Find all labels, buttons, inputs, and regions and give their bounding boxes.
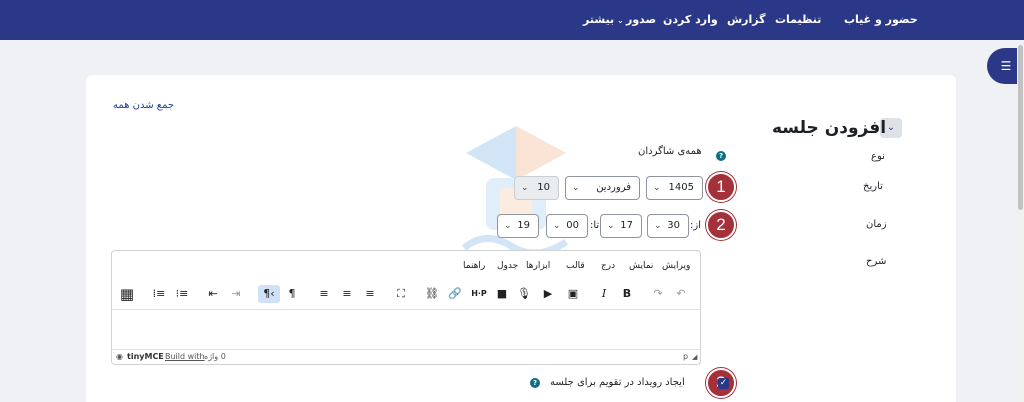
month-select[interactable]: ⌄ فروردین bbox=[565, 176, 640, 200]
to-minute-value: 00 bbox=[566, 220, 579, 231]
build-with-link[interactable]: Build with bbox=[165, 352, 205, 361]
bullet-list-icon[interactable]: ⁝≡ bbox=[173, 285, 191, 303]
nav-attendance[interactable]: حضور و غیاب bbox=[844, 13, 918, 26]
chevron-down-icon: ⌄ bbox=[572, 183, 580, 193]
editor-content-area[interactable] bbox=[112, 310, 700, 348]
menu-view[interactable]: نمایش bbox=[629, 261, 653, 271]
to-minute-select[interactable]: ⌄ 00 bbox=[546, 214, 588, 238]
to-hour-value: 19 bbox=[517, 220, 530, 231]
align-right-icon[interactable]: ≡ bbox=[315, 285, 333, 303]
to-hour-select[interactable]: ⌄ 19 bbox=[497, 214, 539, 238]
step-badge-1: 1 bbox=[706, 172, 736, 202]
image-icon[interactable]: ▣ bbox=[564, 285, 582, 303]
calendar-event-label[interactable]: ایجاد رویداد در تقویم برای جلسه bbox=[550, 377, 685, 388]
from-minute-value: 30 bbox=[667, 220, 680, 231]
menu-insert[interactable]: درج bbox=[601, 261, 615, 271]
time-to-label: تا: bbox=[590, 220, 600, 231]
editor-menubar: ویرایش نمایش درج قالب ابزارها جدول راهنم… bbox=[112, 259, 700, 275]
help-icon[interactable]: ? bbox=[716, 151, 726, 161]
date-label: تاریخ bbox=[863, 181, 883, 192]
word-count: 0 واژه bbox=[204, 352, 226, 361]
chevron-down-icon: ⌄ bbox=[614, 16, 624, 25]
nav-import[interactable]: وارد کردن bbox=[663, 13, 718, 26]
menu-help[interactable]: راهنما bbox=[463, 261, 485, 271]
description-label: شرح bbox=[866, 256, 887, 267]
chevron-down-icon: ⌄ bbox=[654, 221, 662, 231]
day-value: 10 bbox=[537, 182, 550, 193]
time-from-label: از: bbox=[690, 220, 701, 231]
help-icon[interactable]: ? bbox=[530, 378, 540, 388]
tinymce-brand[interactable]: tinyMCE bbox=[127, 352, 164, 361]
h5p-icon[interactable]: H·P bbox=[468, 285, 490, 303]
redo-icon[interactable]: ↷ bbox=[649, 285, 667, 303]
ltr-icon[interactable]: ¶ bbox=[283, 285, 301, 303]
time-label: زمان bbox=[866, 219, 887, 230]
from-hour-select[interactable]: ⌄ 17 bbox=[600, 214, 642, 238]
chevron-down-icon: ⌄ bbox=[504, 221, 512, 231]
bold-icon[interactable]: B bbox=[618, 285, 636, 303]
rtl-icon[interactable]: ¶‹ bbox=[258, 285, 280, 303]
calendar-event-checkbox[interactable]: ✓ bbox=[718, 378, 729, 389]
month-value: فروردین bbox=[596, 182, 631, 193]
undo-icon[interactable]: ↶ bbox=[672, 285, 690, 303]
chevron-down-icon: ⌄ bbox=[607, 221, 615, 231]
nav-export[interactable]: صدور bbox=[626, 13, 656, 26]
align-center-icon[interactable]: ≡ bbox=[338, 285, 356, 303]
type-label: نوع bbox=[871, 151, 885, 162]
list-icon: ☰ bbox=[1000, 59, 1012, 73]
outdent-icon[interactable]: ⇤ bbox=[204, 285, 222, 303]
from-hour-value: 17 bbox=[620, 220, 633, 231]
menu-edit[interactable]: ویرایش bbox=[662, 261, 690, 271]
rich-text-editor: ویرایش نمایش درج قالب ابزارها جدول راهنم… bbox=[111, 250, 701, 365]
menu-table[interactable]: جدول bbox=[497, 261, 518, 271]
chevron-down-icon: ⌄ bbox=[553, 221, 561, 231]
chevron-down-icon: ⌄ bbox=[886, 122, 896, 133]
day-select[interactable]: ⌄ 10 bbox=[514, 176, 559, 200]
scrollbar-thumb[interactable] bbox=[1018, 45, 1023, 210]
record-video-icon[interactable]: ■ bbox=[493, 285, 511, 303]
chevron-down-icon: ⌄ bbox=[653, 183, 661, 193]
section-title: افزودن جلسه bbox=[772, 118, 887, 138]
nav-report[interactable]: گزارش bbox=[727, 13, 766, 26]
indent-icon[interactable]: ⇥ bbox=[227, 285, 245, 303]
nav-more[interactable]: ⌄ بیشتر bbox=[583, 13, 624, 26]
unlink-icon[interactable]: ⛓ bbox=[423, 285, 441, 303]
element-path[interactable]: p bbox=[683, 352, 688, 361]
resize-handle-icon[interactable]: ◢ bbox=[692, 353, 697, 361]
editor-statusbar: p ◢ 0 واژه ◉ tinyMCE Build with bbox=[112, 349, 700, 365]
table-icon[interactable]: ▦ bbox=[118, 285, 136, 303]
italic-icon[interactable]: I bbox=[595, 285, 613, 303]
year-select[interactable]: ⌄ 1405 bbox=[646, 176, 703, 200]
type-value: همه‌ی شاگردان bbox=[638, 146, 702, 157]
year-value: 1405 bbox=[668, 182, 694, 193]
link-icon[interactable]: 🔗 bbox=[446, 285, 464, 303]
fullscreen-icon[interactable]: ⛶ bbox=[392, 285, 410, 303]
numbered-list-icon[interactable]: ⁞≡ bbox=[150, 285, 168, 303]
from-minute-select[interactable]: ⌄ 30 bbox=[647, 214, 689, 238]
record-audio-icon[interactable]: 🎙 bbox=[515, 285, 533, 303]
menu-format[interactable]: قالب bbox=[566, 261, 585, 271]
align-left-icon[interactable]: ≡ bbox=[361, 285, 379, 303]
collapse-all-link[interactable]: جمع شدن همه bbox=[113, 100, 174, 111]
chevron-down-icon: ⌄ bbox=[521, 183, 529, 193]
nav-settings[interactable]: تنظیمات bbox=[775, 13, 821, 26]
top-navigation: حضور و غیاب تنظیمات گزارش وارد کردن صدور… bbox=[0, 0, 1024, 40]
tinymce-icon: ◉ bbox=[116, 352, 123, 361]
media-icon[interactable]: ▶ bbox=[539, 285, 557, 303]
nav-more-label: بیشتر bbox=[583, 13, 615, 26]
menu-tools[interactable]: ابزارها bbox=[526, 261, 550, 271]
step-badge-2: 2 bbox=[706, 210, 736, 240]
